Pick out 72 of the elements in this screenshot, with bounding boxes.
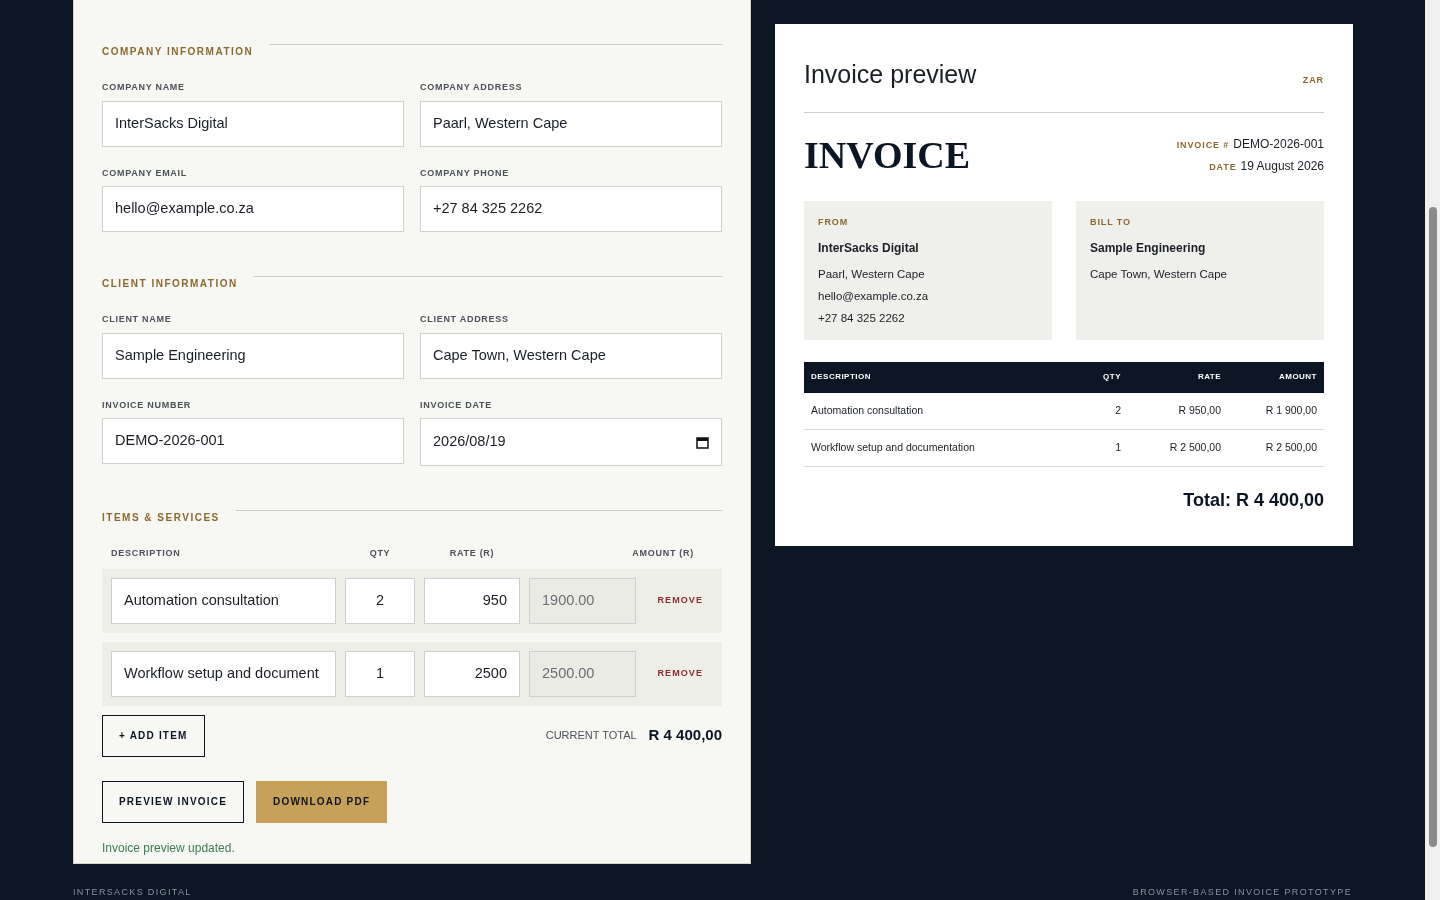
table-cell: 2 <box>1068 392 1128 430</box>
party-label: BILL TO <box>1090 215 1132 229</box>
field-label: INVOICE NUMBER <box>102 398 193 412</box>
meta-label: INVOICE # <box>1176 138 1230 152</box>
invoice-heading: INVOICE <box>804 132 971 177</box>
field-label: COMPANY EMAIL <box>102 166 189 180</box>
column-header: QTY <box>1103 372 1121 381</box>
input-field[interactable]: InterSacks Digital <box>102 100 404 147</box>
add-item-button[interactable]: + ADD ITEM <box>102 714 205 757</box>
rate-field[interactable]: 2500 <box>424 650 520 697</box>
remove-button[interactable]: REMOVE <box>657 593 703 608</box>
calendar-icon[interactable] <box>696 435 709 449</box>
qty-field[interactable]: 1 <box>345 650 415 697</box>
input-field[interactable]: +27 84 325 2262 <box>420 186 722 232</box>
table-cell: Automation consultation <box>804 392 1068 430</box>
section-heading: COMPANY INFORMATION <box>102 45 254 59</box>
input-field[interactable]: Sample Engineering <box>102 332 404 379</box>
meta-value: 19 August 2026 <box>1240 157 1324 175</box>
column-header: RATE (R) <box>448 547 496 560</box>
total-label: CURRENT TOTAL <box>545 728 637 744</box>
footer-note: BROWSER-BASED INVOICE PROTOTYPE <box>1132 886 1352 899</box>
date-field[interactable]: 2026/08/19 <box>420 418 722 466</box>
field-label: COMPANY PHONE <box>420 166 511 180</box>
footer-brand: INTERSACKS DIGITAL <box>73 886 192 899</box>
preview-button[interactable]: PREVIEW INVOICE <box>102 780 244 823</box>
field-label: CLIENT ADDRESS <box>420 313 510 326</box>
party-name: InterSacks Digital <box>818 240 920 257</box>
input-field[interactable]: Paarl, Western Cape <box>420 100 722 147</box>
currency-label: ZAR <box>1302 74 1324 87</box>
column-header: DESCRIPTION <box>811 372 871 381</box>
input-field[interactable]: DEMO-2026-001 <box>102 418 404 464</box>
table-cell: R 950,00 <box>1128 392 1228 430</box>
description-field[interactable]: Workflow setup and document <box>111 650 336 697</box>
invoice-total: Total: R 4 400,00 <box>1182 489 1324 512</box>
scrollbar[interactable] <box>1425 0 1440 900</box>
total-value: R 4 400,00 <box>648 725 722 746</box>
column-header: AMOUNT (R) <box>631 547 695 560</box>
status-message: Invoice preview updated. <box>102 839 236 857</box>
section-heading: ITEMS & SERVICES <box>102 511 220 525</box>
scrollbar-thumb[interactable] <box>1428 207 1437 847</box>
table-cell: Workflow setup and documentation <box>804 429 1068 467</box>
input-field[interactable]: hello@example.co.za <box>102 186 404 232</box>
amount-field[interactable]: 1900.00 <box>529 577 636 624</box>
preview-title: Invoice preview <box>804 59 977 90</box>
field-label: INVOICE DATE <box>420 398 493 412</box>
party-detail: +27 84 325 2262 <box>818 311 906 326</box>
party-detail: Paarl, Western Cape <box>818 267 926 282</box>
table-cell: 1 <box>1068 429 1128 467</box>
remove-button[interactable]: REMOVE <box>657 666 703 681</box>
field-label: COMPANY ADDRESS <box>420 81 524 94</box>
meta-label: DATE <box>1209 160 1237 174</box>
party-detail: hello@example.co.za <box>818 289 930 304</box>
column-header: AMOUNT <box>1279 372 1317 381</box>
table-cell: R 1 900,00 <box>1228 392 1324 430</box>
input-field[interactable]: Cape Town, Western Cape <box>420 332 722 379</box>
meta-value: DEMO-2026-001 <box>1233 135 1324 153</box>
download-button[interactable]: DOWNLOAD PDF <box>256 780 388 823</box>
field-label: CLIENT NAME <box>102 313 173 326</box>
qty-field[interactable]: 2 <box>345 577 415 624</box>
party-detail: Cape Town, Western Cape <box>1090 267 1228 282</box>
table-cell: R 2 500,00 <box>1128 429 1228 467</box>
party-label: FROM <box>818 215 850 229</box>
column-header: RATE <box>1197 372 1221 381</box>
column-header: DESCRIPTION <box>111 547 182 560</box>
section-heading: CLIENT INFORMATION <box>102 277 238 291</box>
field-label: COMPANY NAME <box>102 81 186 94</box>
amount-field[interactable]: 2500.00 <box>529 650 636 697</box>
table-cell: R 2 500,00 <box>1228 429 1324 467</box>
description-field[interactable]: Automation consultation <box>111 577 336 624</box>
party-name: Sample Engineering <box>1090 240 1207 257</box>
rate-field[interactable]: 950 <box>424 577 520 624</box>
column-header: QTY <box>368 547 392 560</box>
